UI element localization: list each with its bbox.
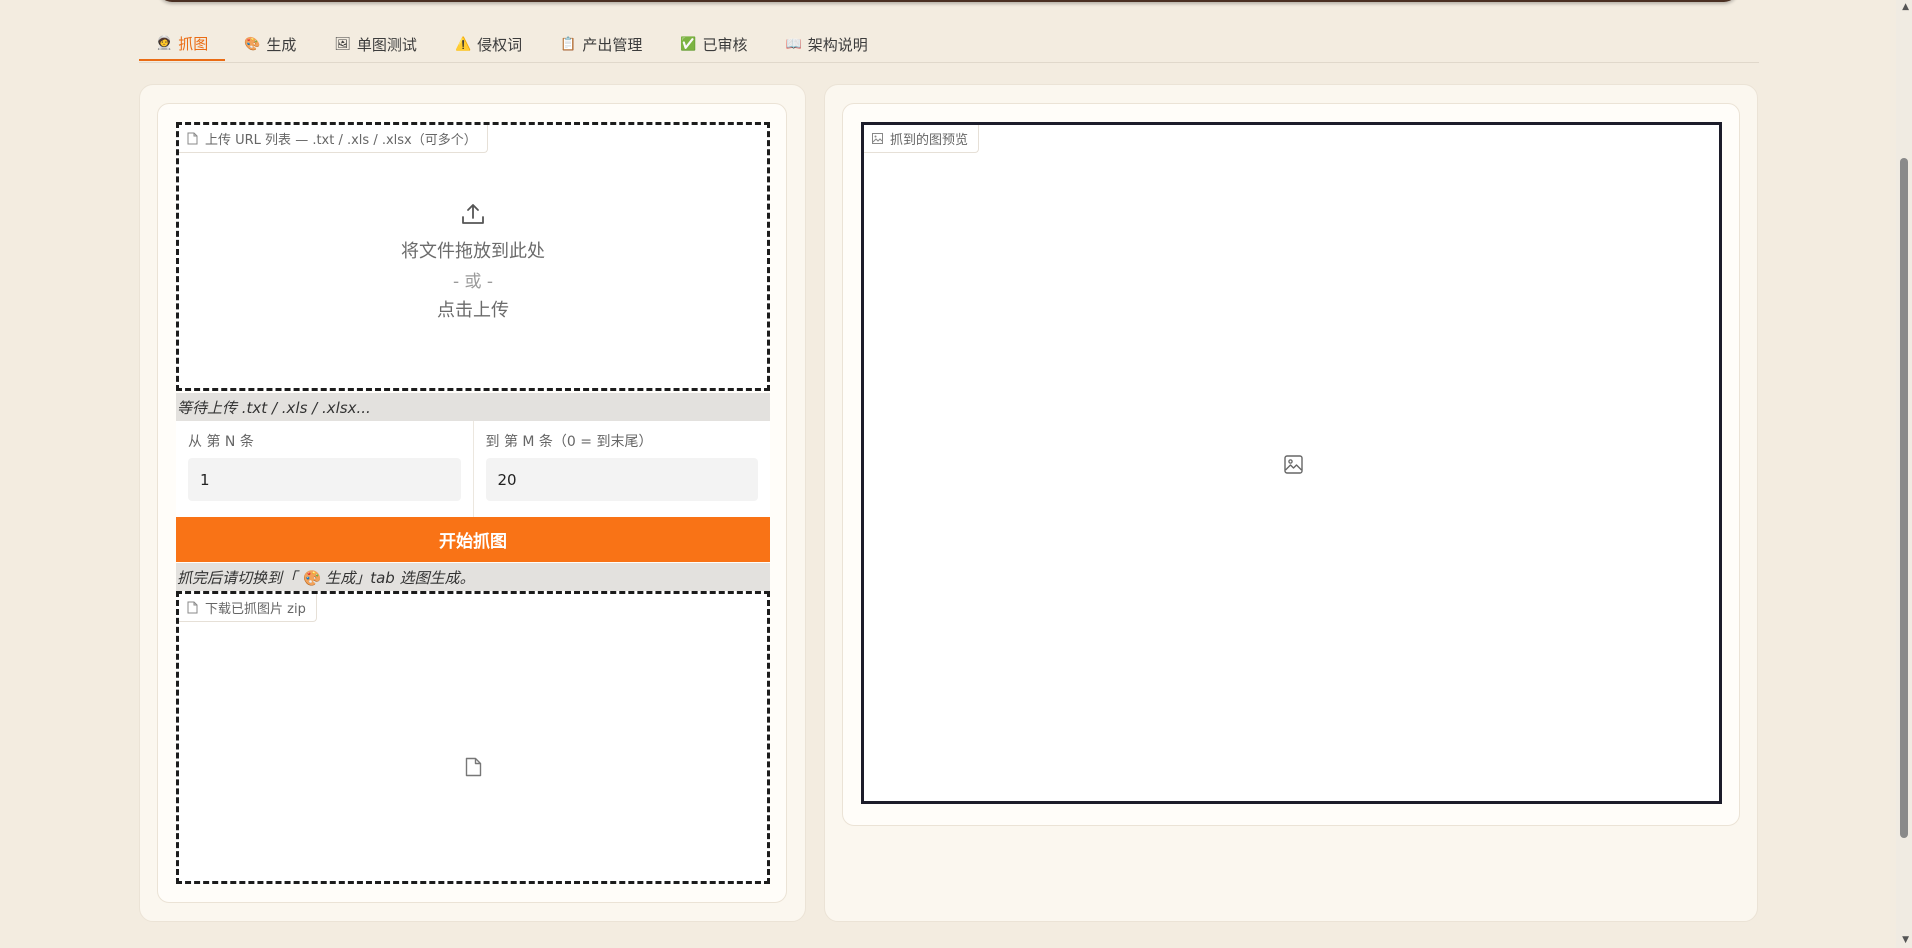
clipboard-icon: 📋: [560, 37, 577, 52]
top-banner-edge: [158, 0, 1738, 2]
tab-generate[interactable]: 🎨 生成: [225, 28, 315, 61]
palette-icon: 🎨: [244, 37, 261, 52]
to-field: 到 第 M 条（0 = 到末尾）: [472, 421, 771, 517]
tab-label: 单图测试: [356, 36, 417, 54]
tab-reviewed[interactable]: ✅ 已审核: [661, 28, 766, 61]
preview-chip-label: 抓到的图预览: [890, 133, 969, 148]
tab-infringing-words[interactable]: ⚠️ 侵权词: [436, 28, 541, 61]
scroll-down-icon[interactable]: ▼: [1902, 936, 1909, 945]
dropzone-drop-text: 将文件拖放到此处: [401, 241, 545, 262]
from-label: 从 第 N 条: [188, 434, 254, 450]
tab-label: 侵权词: [477, 36, 523, 54]
open-book-icon: 📖: [785, 37, 802, 52]
tab-bar: 🧑‍🚀 抓图 🎨 生成 🖼 单图测试 ⚠️ 侵权词 📋 产出管理 ✅ 已审核 📖…: [139, 28, 1759, 63]
tab-label: 架构说明: [807, 36, 868, 54]
tab-label: 抓图: [178, 35, 209, 53]
download-chip-label: 下载已抓图片 zip: [205, 602, 306, 617]
warning-icon: ⚠️: [454, 37, 472, 52]
image-placeholder-icon: [1284, 455, 1303, 474]
from-input[interactable]: [188, 458, 461, 501]
dropzone-or-text: - 或 -: [452, 272, 494, 292]
empty-file-icon: [465, 757, 482, 777]
tab-single-image-test[interactable]: 🖼 单图测试: [315, 28, 436, 61]
page-scrollbar[interactable]: ▲ ▼: [1896, 0, 1912, 948]
download-chip: 下载已抓图片 zip: [179, 594, 317, 622]
scroll-thumb[interactable]: [1900, 158, 1908, 838]
upload-chip: 上传 URL 列表 — .txt / .xls / .xlsx（可多个）: [179, 125, 488, 153]
upload-icon: [462, 204, 484, 224]
to-label: 到 第 M 条（0 = 到末尾）: [485, 434, 653, 450]
scroll-up-icon[interactable]: ▲: [1902, 3, 1909, 12]
check-box-icon: ✅: [680, 37, 697, 52]
upload-status: 等待上传 .txt / .xls / .xlsx...: [176, 393, 770, 421]
astronaut-icon: 🧑‍🚀: [156, 36, 173, 51]
tab-label: 产出管理: [582, 36, 643, 54]
image-preview: 抓到的图预览: [861, 122, 1722, 804]
upload-chip-label: 上传 URL 列表 — .txt / .xls / .xlsx（可多个）: [205, 133, 477, 148]
tab-label: 已审核: [702, 36, 748, 54]
framed-picture-icon: 🖼: [334, 37, 351, 52]
tab-architecture[interactable]: 📖 架构说明: [767, 28, 887, 61]
tab-crawl[interactable]: 🧑‍🚀 抓图: [139, 28, 226, 61]
start-crawl-button[interactable]: 开始抓图: [176, 517, 770, 562]
to-input[interactable]: [485, 458, 758, 501]
preview-chip: 抓到的图预览: [864, 125, 980, 153]
dropzone-click-text[interactable]: 点击上传: [179, 296, 767, 322]
file-icon: [187, 601, 198, 614]
tab-label: 生成: [266, 36, 297, 54]
tab-output-management[interactable]: 📋 产出管理: [541, 28, 661, 61]
url-list-dropzone[interactable]: 上传 URL 列表 — .txt / .xls / .xlsx（可多个） 将文件…: [176, 122, 770, 391]
zip-download-box[interactable]: 下载已抓图片 zip: [176, 591, 770, 884]
from-field: 从 第 N 条: [176, 421, 473, 517]
image-icon: [872, 133, 883, 144]
switch-tab-hint: 抓完后请切换到「 🎨 生成」tab 选图生成。: [176, 563, 770, 591]
file-icon: [187, 132, 198, 145]
range-row: 从 第 N 条 到 第 M 条（0 = 到末尾）: [176, 421, 770, 517]
